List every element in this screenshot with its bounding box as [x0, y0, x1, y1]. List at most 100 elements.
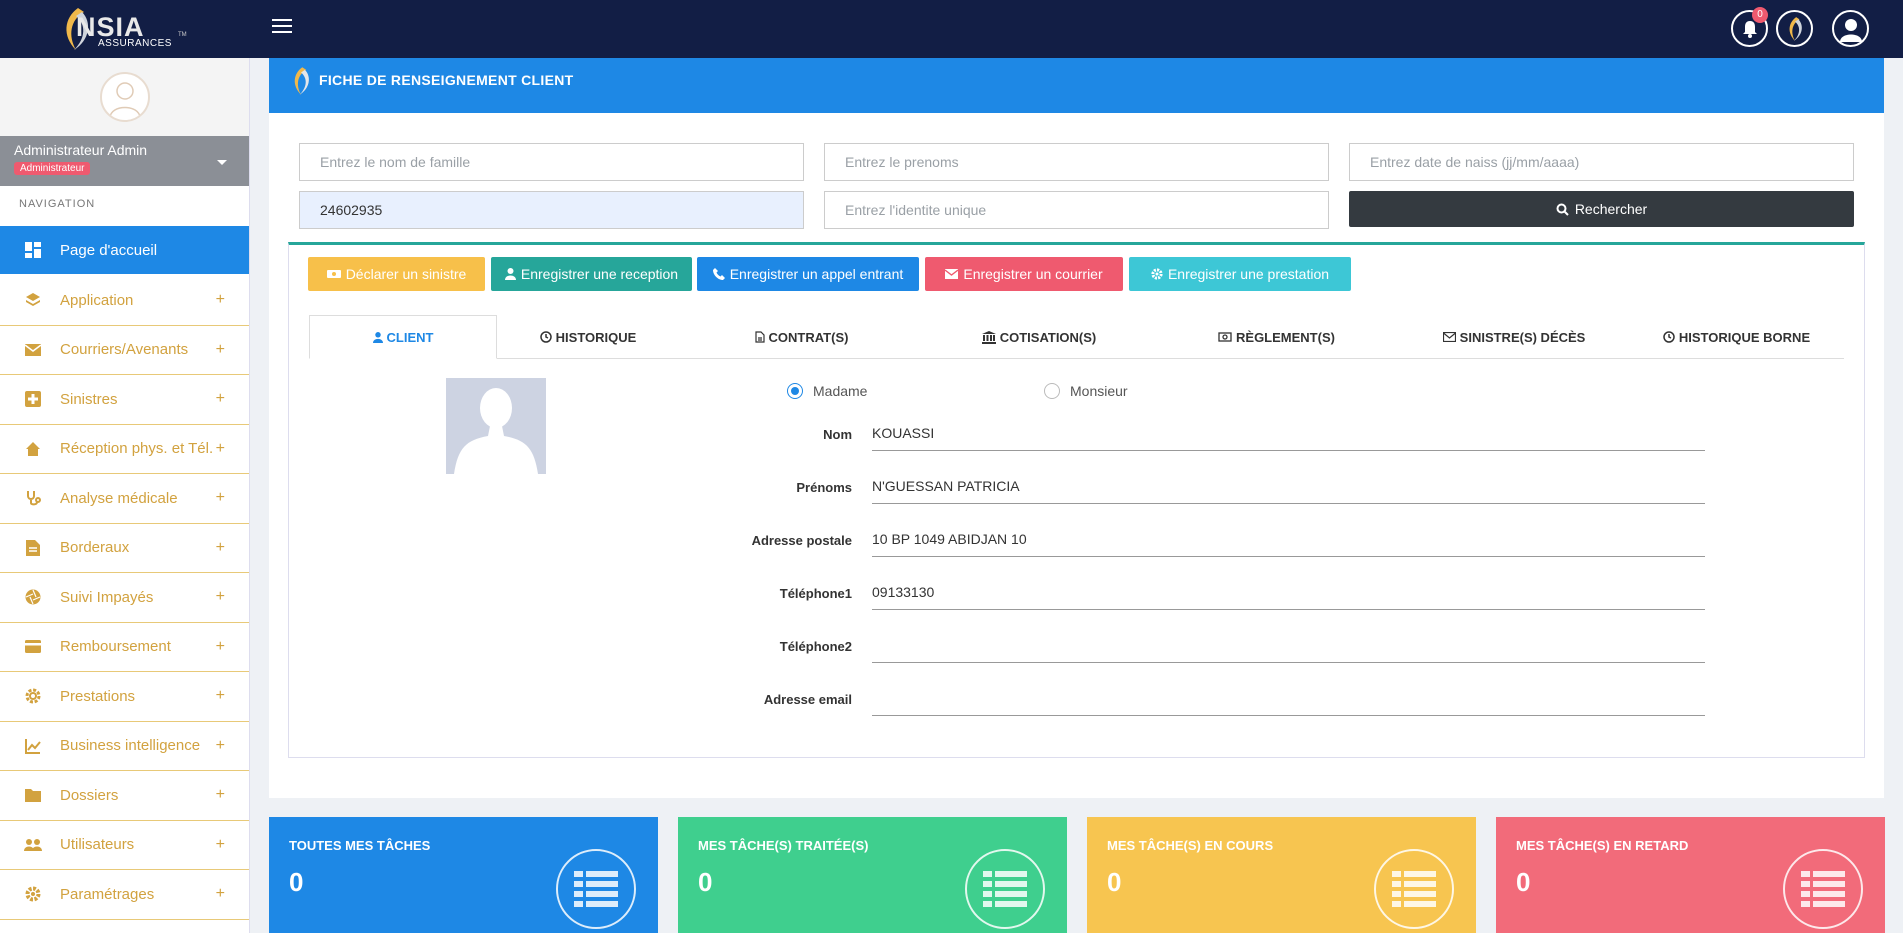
date-naissance-input[interactable]	[1349, 143, 1854, 181]
user-menu-button[interactable]	[1832, 10, 1869, 47]
expand-plus-icon[interactable]: +	[216, 489, 225, 507]
sidebar-item-courriers[interactable]: Courriers/Avenants +	[0, 326, 249, 375]
search-button[interactable]: Rechercher	[1349, 191, 1854, 227]
sidebar-item-label: Utilisateurs	[60, 836, 135, 854]
sidebar-item-analyse[interactable]: Analyse médicale +	[0, 474, 249, 524]
sidebar-item-borderaux[interactable]: Borderaux +	[0, 524, 249, 573]
sidebar-item-utilisateurs[interactable]: Utilisateurs +	[0, 821, 249, 870]
user-role-badge: Administrateur	[14, 162, 91, 175]
sidebar-item-application[interactable]: Application +	[0, 276, 249, 326]
tab-label: COTISATION(S)	[999, 329, 1097, 345]
field-label-telephone1: Téléphone1	[779, 586, 852, 601]
tile-taches-en-cours[interactable]: MES TÂCHE(S) EN COURS 0	[1087, 817, 1476, 933]
field-value-adresse[interactable]: 10 BP 1049 ABIDJAN 10	[872, 523, 1705, 557]
nsia-logo[interactable]: NSIA ASSURANCES TM	[58, 4, 198, 54]
sidebar-item-accueil[interactable]: Page d'accueil	[0, 226, 249, 274]
header-logo-icon	[294, 67, 309, 95]
tab-historique[interactable]: HISTORIQUE	[497, 315, 679, 359]
user-icon	[504, 268, 516, 280]
brand-tm: TM	[178, 32, 187, 38]
prenoms-input[interactable]	[824, 143, 1329, 181]
field-value-nom[interactable]: KOUASSI	[872, 417, 1705, 451]
notification-badge: 0	[1752, 7, 1768, 23]
tab-reglements[interactable]: RÈGLEMENT(S)	[1154, 315, 1399, 359]
sidebar-item-label: Page d'accueil	[60, 241, 158, 259]
sidebar-item-parametrages[interactable]: Paramétrages +	[0, 870, 249, 920]
brand-subtitle: ASSURANCES	[98, 38, 172, 49]
sidebar-item-label: Réception phys. et Tél.	[60, 440, 214, 458]
action-label: Déclarer un sinistre	[345, 266, 467, 282]
menu-toggle-icon[interactable]	[272, 19, 292, 35]
sidebar-item-impayes[interactable]: Suivi Impayés +	[0, 573, 249, 623]
expand-plus-icon[interactable]: +	[216, 440, 225, 458]
sidebar-item-sinistres[interactable]: Sinistres +	[0, 375, 249, 425]
sidebar-item-prestations[interactable]: Prestations +	[0, 672, 249, 722]
tile-taches-traitees[interactable]: MES TÂCHE(S) TRAITÉE(S) 0	[678, 817, 1067, 933]
nom-input[interactable]	[299, 143, 804, 181]
sidebar-item-dossiers[interactable]: Dossiers +	[0, 771, 249, 821]
tab-contrats[interactable]: CONTRAT(S)	[679, 315, 924, 359]
avatar[interactable]	[100, 72, 150, 122]
action-label: Enregistrer un appel entrant	[729, 266, 904, 282]
field-value-telephone2[interactable]	[872, 629, 1705, 663]
identite-input[interactable]	[824, 191, 1329, 229]
clock-icon	[1663, 331, 1675, 343]
expand-plus-icon[interactable]: +	[216, 786, 225, 804]
app-logo-button[interactable]	[1776, 10, 1813, 47]
avatar-person-icon	[109, 82, 141, 119]
enregistrer-appel-button[interactable]: Enregistrer un appel entrant	[697, 257, 919, 291]
declarer-sinistre-button[interactable]: Déclarer un sinistre	[308, 257, 485, 291]
expand-plus-icon[interactable]: +	[216, 687, 225, 705]
expand-plus-icon[interactable]: +	[216, 588, 225, 606]
inner-card: Déclarer un sinistre Enregistrer une rec…	[288, 242, 1865, 758]
field-value-prenoms[interactable]: N'GUESSAN PATRICIA	[872, 470, 1705, 504]
sidebar-item-bi[interactable]: Business intelligence +	[0, 722, 249, 771]
tile-taches-en-retard[interactable]: MES TÂCHE(S) EN RETARD 0	[1496, 817, 1885, 933]
police-input[interactable]	[299, 191, 804, 229]
enregistrer-courrier-button[interactable]: Enregistrer un courrier	[925, 257, 1123, 291]
sidebar-item-label: Remboursement	[60, 638, 171, 656]
tile-title: MES TÂCHE(S) EN RETARD	[1516, 838, 1689, 853]
radio-label: Madame	[813, 383, 868, 399]
tab-client[interactable]: CLIENT	[309, 315, 497, 359]
action-label: Enregistrer une prestation	[1167, 266, 1330, 282]
tile-count: 0	[289, 867, 304, 897]
enregistrer-reception-button[interactable]: Enregistrer une reception	[491, 257, 692, 291]
expand-plus-icon[interactable]: +	[216, 390, 225, 408]
expand-plus-icon[interactable]: +	[216, 341, 225, 359]
field-value-email[interactable]	[872, 682, 1705, 716]
enregistrer-prestation-button[interactable]: Enregistrer une prestation	[1129, 257, 1351, 291]
tile-title: TOUTES MES TÂCHES	[289, 838, 431, 853]
field-label-prenoms: Prénoms	[796, 480, 852, 495]
expand-plus-icon[interactable]: +	[216, 836, 225, 854]
caret-down-icon[interactable]	[217, 160, 227, 165]
client-photo	[446, 378, 546, 474]
expand-plus-icon[interactable]: +	[216, 638, 225, 656]
tab-label: HISTORIQUE BORNE	[1678, 329, 1811, 345]
civilite-madame[interactable]: Madame	[787, 383, 867, 399]
tile-toutes-taches[interactable]: TOUTES MES TÂCHES 0	[269, 817, 658, 933]
field-value-telephone1[interactable]: 09133130	[872, 576, 1705, 610]
tab-label: SINISTRE(S) DÉCÈS	[1459, 329, 1586, 345]
notifications-button[interactable]: 0	[1731, 7, 1768, 47]
radio-monsieur[interactable]	[1044, 383, 1060, 399]
tab-cotisations[interactable]: COTISATION(S)	[924, 315, 1154, 359]
user-box[interactable]: Administrateur Admin Administrateur	[0, 136, 249, 186]
sidebar-item-reception[interactable]: Réception phys. et Tél. +	[0, 425, 249, 474]
nav-title: NAVIGATION	[19, 198, 96, 210]
tab-historique-borne[interactable]: HISTORIQUE BORNE	[1629, 315, 1844, 359]
civilite-monsieur[interactable]: Monsieur	[1044, 383, 1128, 399]
tab-sinistres-deces[interactable]: SINISTRE(S) DÉCÈS	[1399, 315, 1629, 359]
expand-plus-icon[interactable]: +	[216, 885, 225, 903]
expand-plus-icon[interactable]: +	[216, 291, 225, 309]
sidebar-item-remboursement[interactable]: Remboursement +	[0, 623, 249, 672]
expand-plus-icon[interactable]: +	[216, 539, 225, 557]
sidebar-item-label: Dossiers	[60, 786, 119, 804]
radio-madame[interactable]	[787, 383, 803, 399]
sidebar: Administrateur Admin Administrateur NAVI…	[0, 58, 250, 933]
medical-cross-icon	[24, 390, 42, 408]
folder-icon	[24, 786, 42, 804]
sidebar-item-label: Courriers/Avenants	[60, 341, 189, 359]
field-label-adresse: Adresse postale	[751, 533, 852, 548]
expand-plus-icon[interactable]: +	[216, 737, 225, 755]
